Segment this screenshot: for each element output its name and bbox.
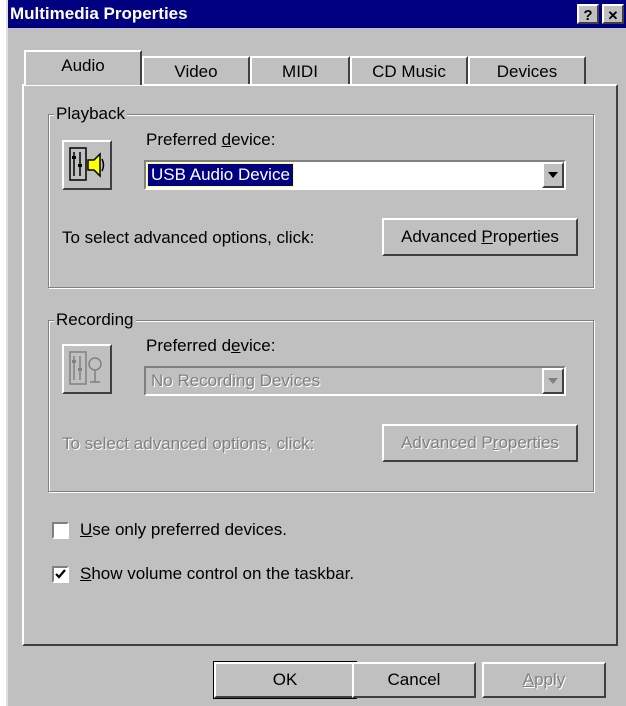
use-preferred-devices-checkbox[interactable] xyxy=(52,522,69,539)
playback-advanced-text: To select advanced options, click: xyxy=(62,228,315,247)
tab-midi-label: MIDI xyxy=(282,62,318,81)
playback-preferred-device-label: Preferred device: xyxy=(146,130,276,149)
playback-device-select[interactable]: USB Audio Device xyxy=(144,160,566,190)
multimedia-properties-window: Multimedia Properties ? ✕ Audio Video MI… xyxy=(6,0,626,706)
tab-devices-label: Devices xyxy=(496,62,558,81)
close-icon: ✕ xyxy=(607,8,619,23)
title-bar[interactable]: Multimedia Properties ? ✕ xyxy=(8,0,626,28)
help-icon: ? xyxy=(583,7,593,24)
chevron-down-icon xyxy=(548,172,558,178)
playback-device-dropdown-button[interactable] xyxy=(542,162,564,188)
recording-group xyxy=(48,320,594,492)
cancel-button[interactable]: Cancel xyxy=(352,662,476,698)
recording-advanced-text: To select advanced options, click: xyxy=(62,434,315,453)
recording-group-label: Recording xyxy=(54,310,136,330)
recording-device-select[interactable]: No Recording Devices xyxy=(144,366,566,396)
microphone-icon xyxy=(69,351,102,385)
tab-devices[interactable]: Devices xyxy=(468,56,586,86)
use-preferred-devices-label[interactable]: Use only preferred devices. xyxy=(80,520,287,540)
recording-preferred-device-label: Preferred device: xyxy=(146,336,276,355)
playback-icon-box xyxy=(62,140,112,190)
window-title: Multimedia Properties xyxy=(10,4,188,23)
recording-advanced-properties-button[interactable]: Advanced Properties xyxy=(382,424,578,462)
tab-midi[interactable]: MIDI xyxy=(250,56,350,86)
tab-audio-label: Audio xyxy=(61,56,105,75)
tab-cd-music-label: CD Music xyxy=(372,62,446,81)
recording-device-value: No Recording Devices xyxy=(151,371,321,390)
playback-advanced-properties-button[interactable]: Advanced Properties xyxy=(382,218,578,256)
checkmark-icon xyxy=(55,569,66,579)
recording-device-dropdown-button[interactable] xyxy=(542,368,564,394)
tab-video-label: Video xyxy=(174,62,218,81)
tab-video[interactable]: Video xyxy=(142,56,250,86)
close-button[interactable]: ✕ xyxy=(602,4,624,24)
chevron-down-icon xyxy=(548,378,558,384)
playback-device-value: USB Audio Device xyxy=(147,163,294,187)
speaker-icon xyxy=(69,147,105,181)
show-volume-control-label[interactable]: Show volume control on the taskbar. xyxy=(80,564,354,584)
apply-button[interactable]: Apply xyxy=(482,662,606,698)
tab-cd-music[interactable]: CD Music xyxy=(350,56,468,86)
playback-group-label: Playback xyxy=(54,104,127,124)
tab-audio[interactable]: Audio xyxy=(24,50,142,85)
recording-icon-box xyxy=(62,344,112,394)
show-volume-control-checkbox[interactable] xyxy=(52,566,69,583)
playback-group xyxy=(48,114,594,288)
help-button[interactable]: ? xyxy=(577,4,599,24)
ok-button[interactable]: OK xyxy=(213,661,357,699)
